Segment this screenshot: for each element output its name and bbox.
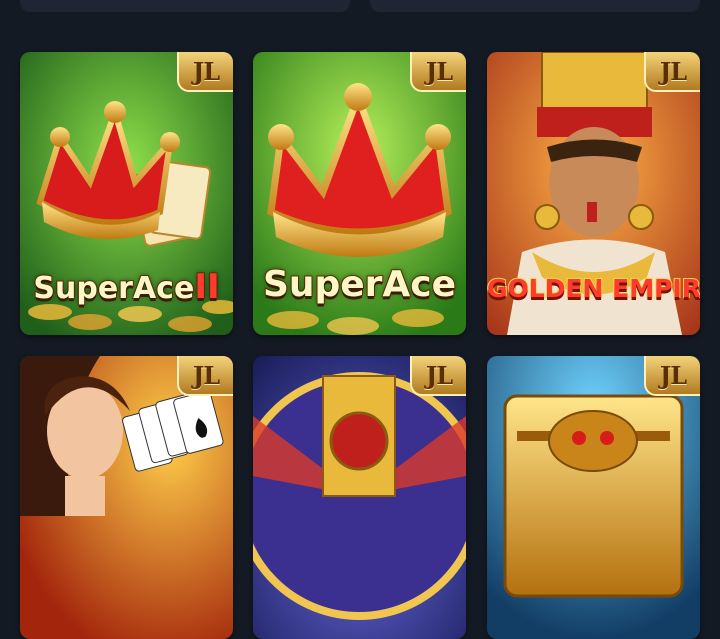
- provider-badge: JL: [177, 356, 233, 396]
- game-tile-cards[interactable]: JL: [20, 356, 233, 639]
- game-title: SuperAceII: [32, 266, 220, 308]
- game-tile-golden-empire[interactable]: JL GOLDEN EMPIRE: [487, 52, 700, 335]
- top-filter-bar: [0, 0, 720, 20]
- provider-badge: JL: [410, 356, 466, 396]
- game-tile-super-ace-2[interactable]: JL SuperAceII: [20, 52, 233, 335]
- provider-badge: JL: [644, 356, 700, 396]
- game-tile-treasure[interactable]: JL: [487, 356, 700, 639]
- game-thumbnail: [20, 356, 233, 639]
- game-title: GOLDEN EMPIRE: [487, 273, 700, 304]
- provider-badge: JL: [644, 52, 700, 92]
- game-tile-super-ace[interactable]: JL SuperAce: [253, 52, 466, 335]
- game-thumbnail: [487, 356, 700, 639]
- provider-badge: JL: [177, 52, 233, 92]
- game-title: SuperAce: [262, 263, 457, 306]
- game-thumbnail: [253, 356, 466, 639]
- provider-badge: JL: [410, 52, 466, 92]
- game-tile-wheel[interactable]: JL: [253, 356, 466, 639]
- top-filter-button-right[interactable]: [370, 0, 700, 12]
- top-filter-button-left[interactable]: [20, 0, 350, 12]
